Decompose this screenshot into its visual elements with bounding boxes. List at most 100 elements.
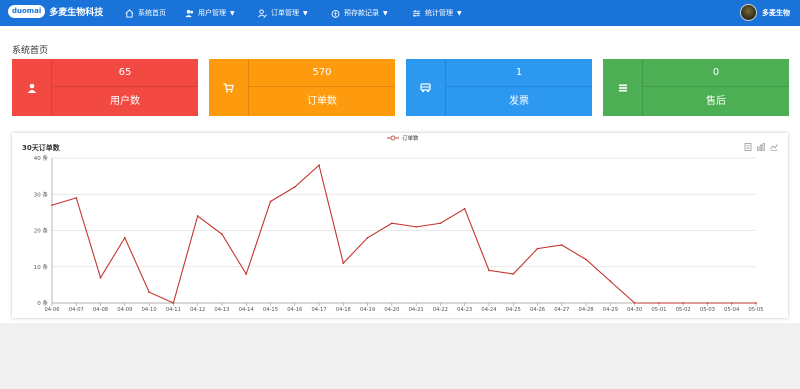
nav-user-management-label: 用户管理 [198, 9, 226, 17]
x-tick-label: 04-07 [69, 307, 84, 313]
data-point [221, 233, 223, 236]
data-point [512, 273, 515, 275]
x-tick-label: 04-29 [603, 307, 618, 313]
nav-user-management[interactable]: 用户管理 ▼ [185, 0, 235, 26]
data-point [657, 302, 660, 304]
logo[interactable]: duomai 多麦生物科技 [8, 5, 103, 18]
nav-prepaid-records[interactable]: 预存款记录 ▼ [331, 0, 388, 26]
data-point [439, 222, 442, 225]
data-point [536, 247, 539, 250]
y-tick-label: 0 条 [37, 299, 48, 307]
data-point [366, 236, 369, 239]
nav-home-label: 系统首页 [138, 9, 166, 17]
data-point [633, 302, 636, 304]
x-tick-label: 05-03 [700, 307, 715, 313]
avatar[interactable] [740, 4, 757, 21]
chevron-down-icon: ▼ [303, 9, 308, 17]
x-tick-label: 04-15 [263, 307, 278, 313]
logo-badge: duomai [8, 5, 46, 18]
nav-statistics-management-label: 统计管理 [425, 9, 453, 17]
data-point [318, 164, 320, 167]
series-line-orders [51, 164, 756, 304]
data-point [585, 258, 587, 261]
stat-label: 售后 [706, 96, 726, 107]
stat-card-users[interactable]: 65 用户数 [12, 59, 198, 116]
data-point [463, 207, 466, 210]
data-point [390, 222, 393, 225]
x-tick-label: 04-26 [530, 307, 545, 313]
y-tick-label: 10 条 [34, 263, 49, 271]
x-tick-label: 05-05 [748, 307, 763, 313]
data-point [706, 302, 709, 304]
data-point [123, 236, 126, 239]
x-tick-label: 04-06 [44, 307, 59, 313]
page-footer-area [0, 323, 800, 389]
stat-value: 65 [52, 59, 198, 87]
x-tick-label: 04-08 [93, 307, 108, 313]
x-tick-label: 04-10 [142, 307, 157, 313]
data-point [730, 302, 733, 304]
stat-label: 订单数 [307, 96, 337, 107]
money-bag-icon [331, 9, 340, 18]
home-icon [125, 8, 134, 18]
y-tick-label: 30 条 [34, 190, 49, 198]
x-tick-label: 04-12 [190, 307, 205, 313]
x-tick-label: 04-14 [239, 307, 255, 313]
x-tick-label: 04-20 [384, 307, 399, 313]
stat-value: 1 [446, 59, 592, 87]
chevron-down-icon: ▼ [457, 9, 462, 17]
x-tick-label: 04-24 [481, 307, 497, 313]
invoice-icon [406, 59, 446, 116]
nav-order-management[interactable]: 订单管理 ▼ [258, 0, 308, 26]
stat-card-orders[interactable]: 570 订单数 [209, 59, 395, 116]
stat-card-after-sales[interactable]: 0 售后 [603, 59, 789, 116]
x-tick-label: 04-16 [287, 307, 302, 313]
list-icon [603, 59, 643, 116]
data-point [415, 225, 418, 228]
y-tick-label: 40 条 [34, 154, 49, 162]
user-menu[interactable]: 多麦生物 [740, 4, 790, 21]
orders-chart-panel: 30天订单数 0 条 10 条 20 条 30 条 40 条 04-06 04-07 04-0… [12, 133, 788, 318]
x-tick-label: 04-27 [554, 307, 569, 313]
cart-icon [209, 59, 249, 116]
data-point [99, 276, 102, 279]
chevron-down-icon: ▼ [383, 9, 388, 17]
data-point [293, 186, 296, 188]
data-point [609, 280, 612, 283]
data-point [560, 244, 563, 246]
stat-value: 0 [643, 59, 789, 87]
page-title: 系统首页 [12, 46, 49, 56]
user-name: 多麦生物 [762, 8, 790, 17]
x-tick-label: 04-19 [360, 307, 375, 313]
x-tick-label: 05-02 [676, 307, 691, 313]
nav-statistics-management[interactable]: 统计管理 ▼ [412, 0, 462, 26]
legend-label: 订单数 [402, 134, 419, 142]
top-navbar: duomai 多麦生物科技 系统首页 用户管理 ▼ 订单管理 ▼ 预存款记录 ▼… [0, 0, 800, 26]
data-point [342, 262, 345, 265]
orders-line-chart: 0 条 10 条 20 条 30 条 40 条 04-06 04-07 04-08 04-09 0… [34, 134, 764, 313]
main-content: 系统首页 65 用户数 570 订单数 1 发票 0 售后 30天订单数 0 条… [0, 26, 800, 323]
stat-value: 570 [249, 59, 395, 87]
legend-marker [390, 135, 396, 141]
nav-prepaid-records-label: 预存款记录 [344, 9, 379, 17]
x-tick-label: 04-18 [336, 307, 351, 313]
stat-label: 发票 [509, 96, 529, 107]
x-tick-label: 04-21 [409, 307, 424, 313]
data-point [245, 273, 248, 275]
users-icon [185, 9, 194, 17]
x-tick-label: 04-25 [506, 307, 521, 313]
data-point [755, 302, 757, 304]
logo-text: 多麦生物科技 [49, 8, 104, 18]
chevron-down-icon: ▼ [230, 9, 235, 17]
stat-label: 用户数 [110, 96, 140, 107]
nav-home[interactable]: 系统首页 [125, 0, 166, 26]
stat-card-invoices[interactable]: 1 发票 [406, 59, 592, 116]
data-point [269, 200, 272, 203]
x-tick-label: 04-22 [433, 307, 448, 313]
nav-order-management-label: 订单管理 [271, 9, 299, 17]
data-point [196, 215, 199, 217]
user-edit-icon [258, 8, 267, 18]
data-point [172, 302, 175, 304]
x-tick-label: 04-28 [579, 307, 594, 313]
data-point [488, 269, 490, 272]
